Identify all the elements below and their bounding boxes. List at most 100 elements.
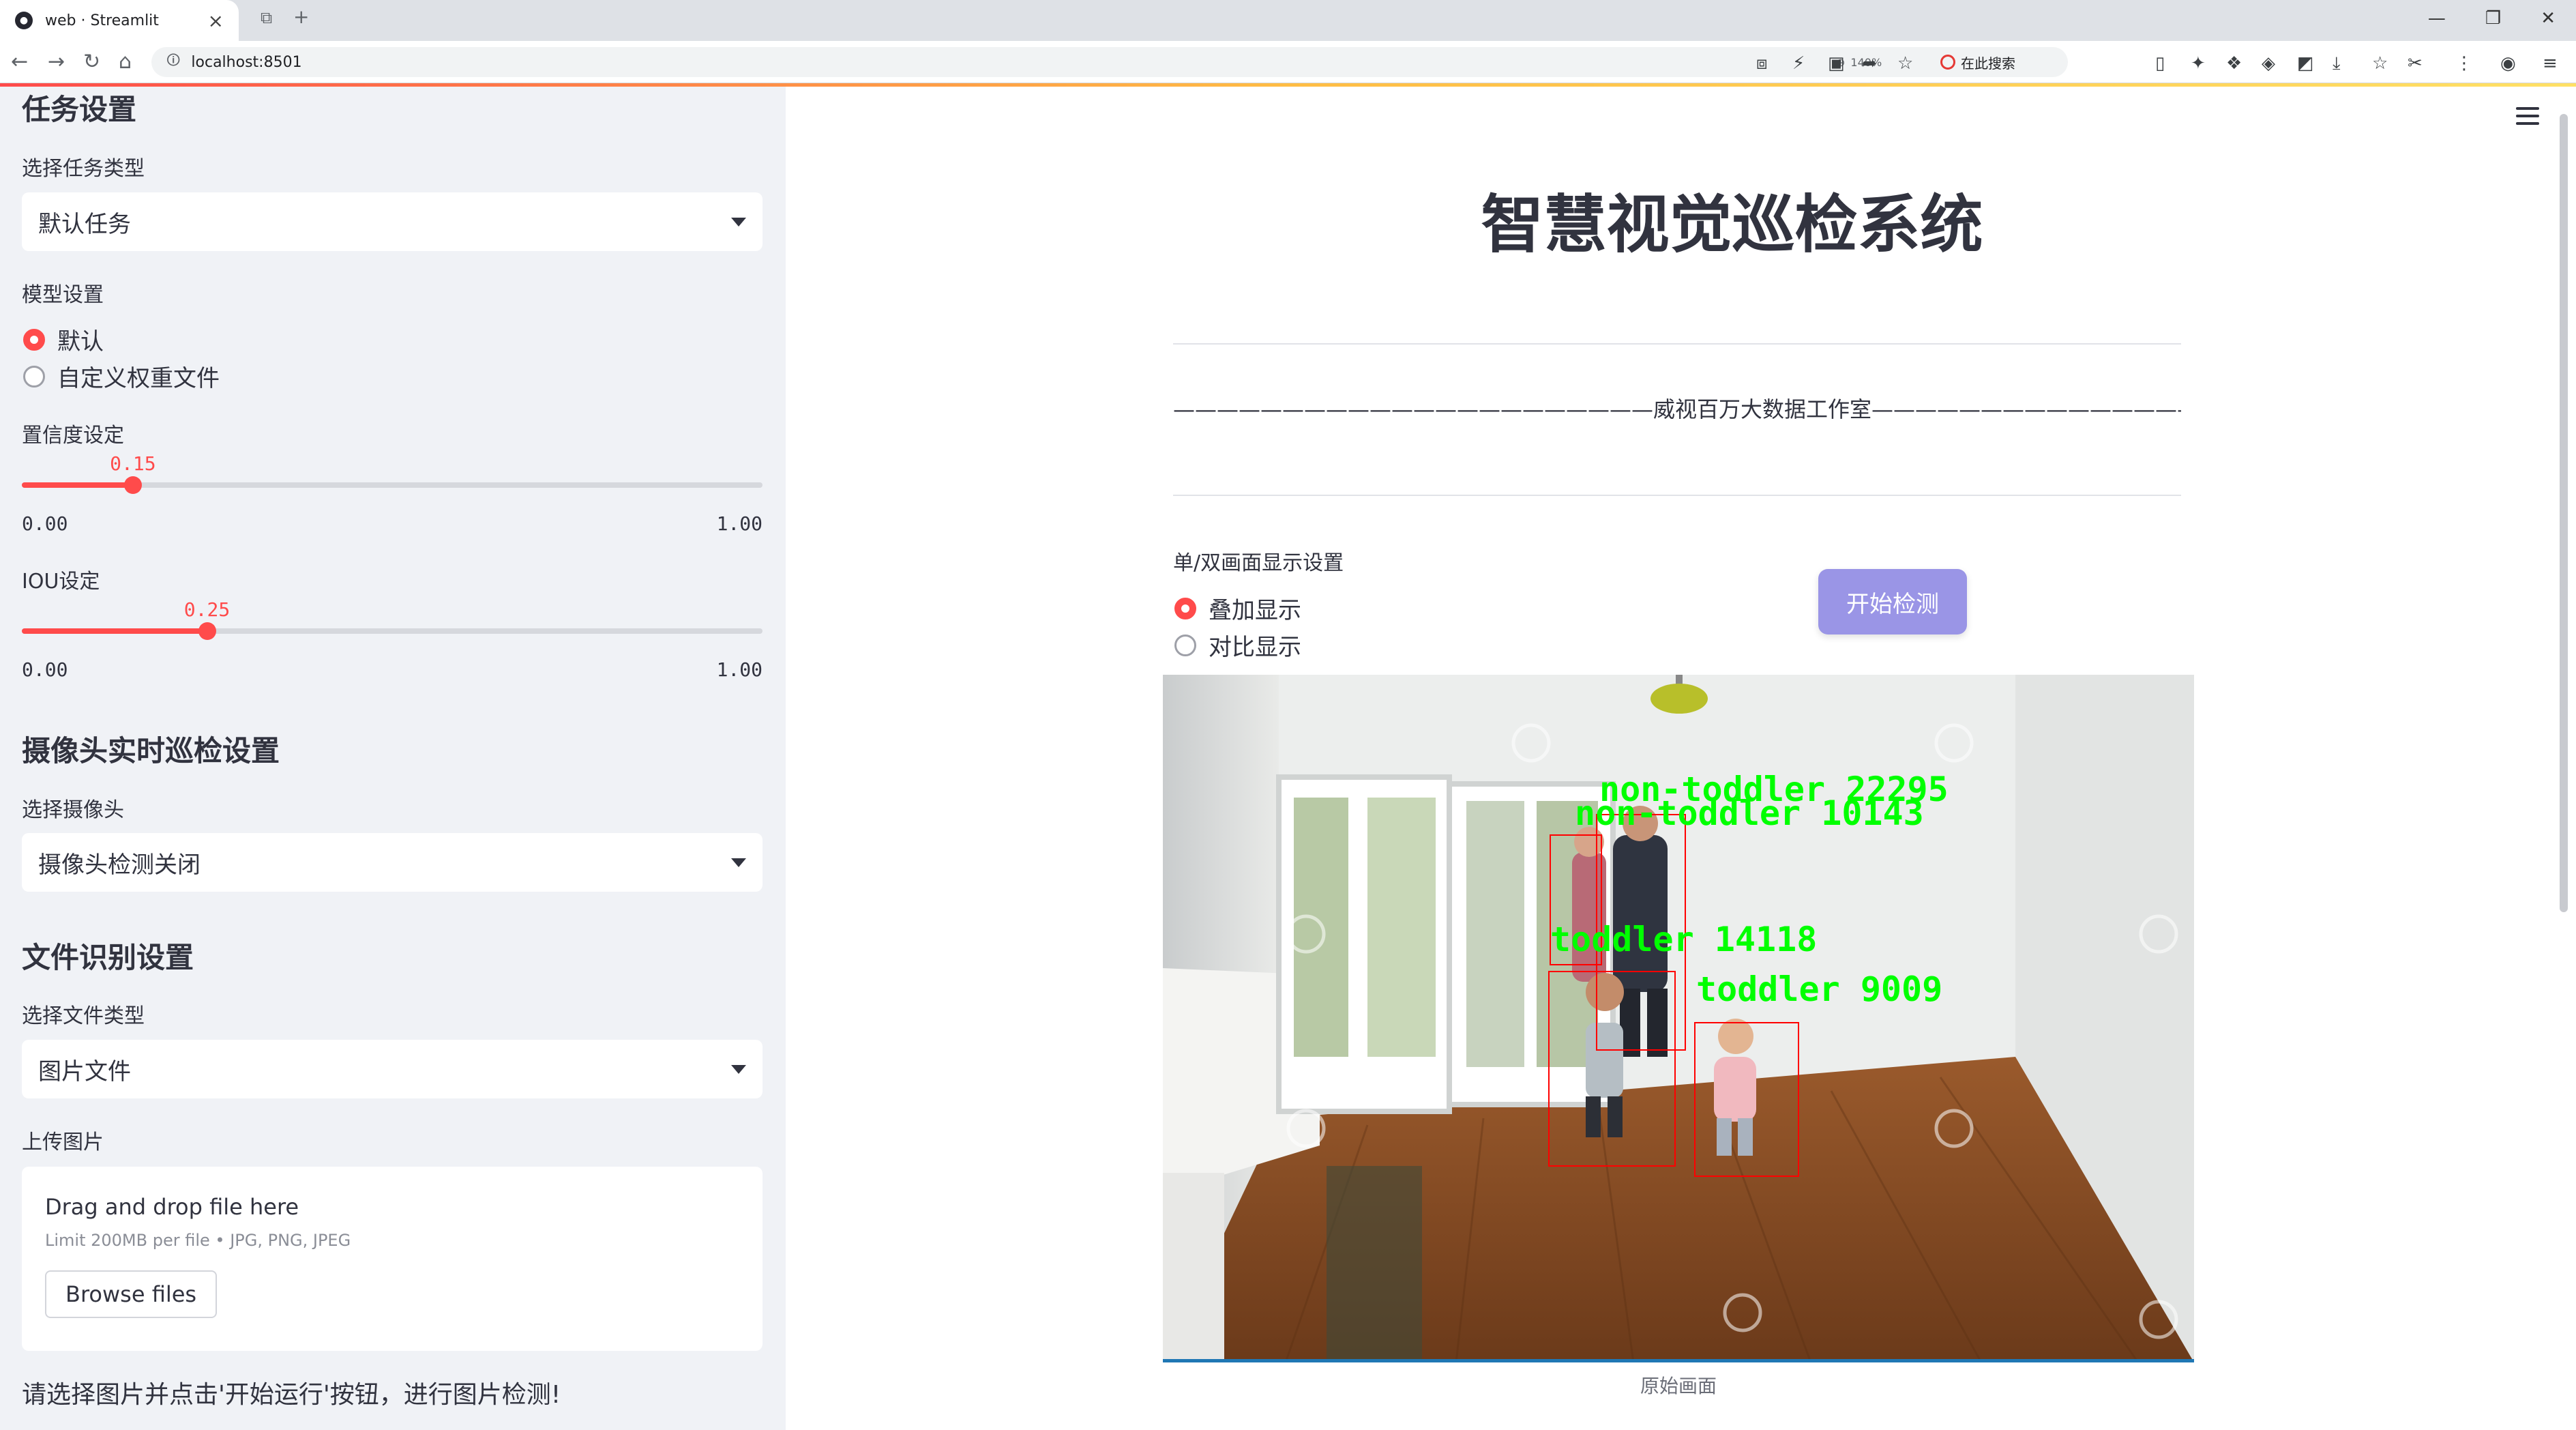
camera-select[interactable]: 摄像头检测关闭	[22, 833, 763, 892]
display-option-overlay[interactable]: 叠加显示	[1174, 592, 1301, 625]
slider-fill	[22, 628, 207, 634]
bookmark-star-icon[interactable]: ☆	[1897, 53, 1913, 74]
minimize-window-icon[interactable]: —	[2428, 8, 2446, 29]
divider	[1173, 343, 2181, 345]
screenshot-icon[interactable]: ▣	[1828, 53, 1845, 74]
model-label: 模型设置	[22, 283, 104, 307]
reader-mode-icon[interactable]: ▯	[2155, 53, 2165, 74]
room-photo: non-toddler 22295 non-toddler 10143 todd…	[1163, 675, 2194, 1359]
extension-icon[interactable]: ✦	[2191, 53, 2206, 74]
more-menu-icon[interactable]: ⋮	[2455, 53, 2473, 74]
address-toolbar: ← → ↻ ⌂ 🛈 localhost:8501 ⊕ 140% ⧈ ⚡ ▣ ➦ …	[0, 41, 2576, 83]
extension-icon[interactable]: ❖	[2226, 53, 2242, 74]
sidebar: 任务设置 选择任务类型 默认任务 模型设置 默认 自定义权重文件 置信度设定 0…	[0, 87, 786, 1430]
address-bar[interactable]: 🛈 localhost:8501 ⊕ 140%	[151, 47, 2068, 77]
file-type-label: 选择文件类型	[22, 1004, 145, 1028]
search-engine-icon	[1940, 55, 1955, 70]
slider-fill	[22, 482, 133, 488]
dropzone-title: Drag and drop file here	[45, 1194, 299, 1220]
browse-files-button[interactable]: Browse files	[45, 1270, 218, 1318]
camera-section-heading: 摄像头实时巡检设置	[22, 734, 280, 768]
page-title: 智慧视觉巡检系统	[1481, 188, 1983, 261]
forward-icon[interactable]: →	[48, 50, 65, 74]
detection-label-2: toddler 14118	[1550, 920, 1817, 959]
browser-tab[interactable]: ● web · Streamlit ×	[0, 0, 239, 41]
model-option-label: 默认	[57, 328, 104, 355]
radio-unselected-icon[interactable]	[23, 365, 45, 388]
chevron-down-icon	[731, 858, 746, 867]
chevron-down-icon	[731, 217, 746, 227]
new-tab-icon[interactable]: +	[293, 5, 309, 28]
model-option-custom[interactable]: 自定义权重文件	[23, 360, 220, 393]
image-caption: 原始画面	[1640, 1375, 1717, 1397]
slider-max: 1.00	[716, 512, 763, 535]
slider-min: 0.00	[22, 512, 68, 535]
translate-icon[interactable]: ⧈	[1756, 53, 1768, 74]
favorites-icon[interactable]: ☆	[2372, 53, 2388, 74]
tab-title: web · Streamlit	[45, 12, 159, 29]
tab-group-icon[interactable]: ⧉	[261, 8, 272, 27]
iou-slider[interactable]: 0.25 0.00 1.00	[22, 598, 763, 681]
browser-menu-icon[interactable]: ≡	[2543, 53, 2558, 74]
extension-icon[interactable]: ◈	[2262, 53, 2275, 74]
close-tab-icon[interactable]: ×	[208, 10, 224, 32]
share-icon[interactable]: ➦	[1862, 53, 1877, 74]
detection-label-3: toddler 9009	[1696, 969, 1942, 1009]
slider-thumb[interactable]	[198, 622, 216, 640]
lightning-icon[interactable]: ⚡	[1792, 53, 1805, 74]
browser-tab-bar: ● web · Streamlit × ⧉ + — ❐ ✕	[0, 0, 2576, 41]
home-icon[interactable]: ⌂	[119, 50, 132, 74]
task-type-value: 默认任务	[38, 210, 131, 238]
display-option-label: 叠加显示	[1209, 597, 1301, 624]
hamburger-menu-icon[interactable]	[2516, 107, 2539, 130]
slider-min: 0.00	[22, 658, 68, 681]
camera-label: 选择摄像头	[22, 798, 124, 822]
file-type-value: 图片文件	[38, 1057, 131, 1085]
task-section-heading: 任务设置	[22, 93, 137, 126]
display-option-compare[interactable]: 对比显示	[1174, 628, 1301, 662]
upload-label: 上传图片	[22, 1130, 104, 1154]
detection-image: non-toddler 22295 non-toddler 10143 todd…	[1163, 675, 2194, 1362]
display-option-label: 对比显示	[1209, 634, 1301, 661]
display-mode-label: 单/双画面显示设置	[1173, 551, 1344, 575]
radio-unselected-icon[interactable]	[1174, 634, 1196, 656]
slider-thumb[interactable]	[123, 476, 142, 494]
streamlit-favicon-icon: ●	[15, 12, 33, 29]
sidebar-hint: 请选择图片并点击'开始运行'按钮，进行图片检测!	[22, 1381, 561, 1409]
profile-avatar-icon[interactable]: ◉	[2500, 53, 2516, 74]
page-subtitle: ——————————————————————威视百万大数据工作室————————…	[1173, 396, 2181, 422]
slider-value: 0.15	[110, 452, 156, 475]
download-icon[interactable]: ⤓	[2333, 53, 2341, 74]
iou-label: IOU设定	[22, 570, 100, 594]
start-detection-button[interactable]: 开始检测	[1818, 569, 1967, 634]
site-info-icon[interactable]: 🛈	[166, 50, 180, 74]
search-placeholder: 在此搜索	[1961, 55, 2015, 72]
camera-value: 摄像头检测关闭	[38, 851, 201, 879]
back-icon[interactable]: ←	[11, 50, 28, 74]
close-window-icon[interactable]: ✕	[2541, 8, 2556, 29]
model-option-default[interactable]: 默认	[23, 323, 104, 356]
slider-value: 0.25	[183, 598, 231, 621]
task-type-label: 选择任务类型	[22, 157, 145, 181]
radio-selected-icon[interactable]	[23, 328, 45, 351]
radio-selected-icon[interactable]	[1174, 597, 1196, 619]
file-type-select[interactable]: 图片文件	[22, 1040, 763, 1098]
detection-label-1: non-toddler 10143	[1575, 793, 1924, 833]
search-engine-box[interactable]: 在此搜索	[1940, 47, 2145, 77]
chevron-down-icon	[731, 1064, 746, 1074]
tools-icon[interactable]: ✂	[2408, 53, 2423, 74]
confidence-slider[interactable]: 0.15 0.00 1.00	[22, 452, 763, 535]
dropzone-limit: Limit 200MB per file • JPG, PNG, JPEG	[45, 1231, 351, 1250]
model-option-label: 自定义权重文件	[57, 365, 220, 392]
file-section-heading: 文件识别设置	[22, 941, 194, 974]
slider-max: 1.00	[716, 658, 763, 681]
task-type-select[interactable]: 默认任务	[22, 192, 763, 251]
confidence-label: 置信度设定	[22, 424, 124, 448]
url-text[interactable]: localhost:8501	[191, 54, 301, 71]
file-dropzone[interactable]: Drag and drop file here Limit 200MB per …	[22, 1167, 763, 1351]
extension-icon[interactable]: ◩	[2297, 53, 2314, 74]
divider	[1173, 495, 2181, 496]
restore-window-icon[interactable]: ❐	[2485, 8, 2501, 29]
main-content: 智慧视觉巡检系统 ——————————————————————威视百万大数据工作…	[786, 87, 2576, 1430]
reload-icon[interactable]: ↻	[83, 50, 100, 74]
